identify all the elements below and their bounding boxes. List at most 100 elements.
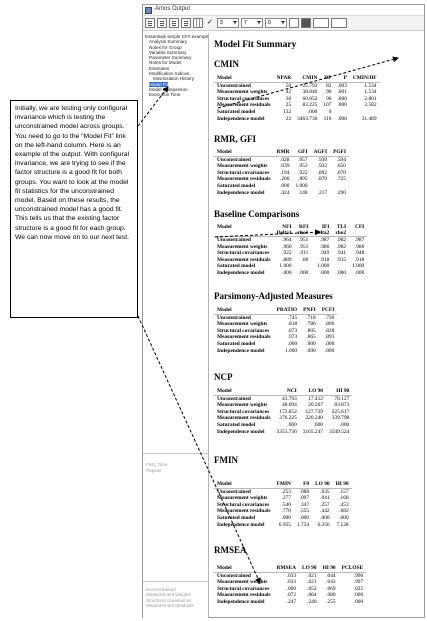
annotation-callout: Initially, we are testing only configura… [10, 100, 138, 318]
column-spinner[interactable]: 7 [241, 18, 263, 28]
table-row: Measurement residuals 276.225 220.240 339.7… [214, 415, 352, 422]
table-cell: .951 [298, 243, 309, 250]
table-row: Unconstrained .745 .718 .736 [214, 314, 337, 321]
table-cell: .000 [298, 269, 309, 276]
rmr-heading: RMR, GFI [214, 134, 256, 144]
table-cell: .052 [307, 585, 317, 592]
table-cell: .157 [339, 488, 349, 495]
group-item[interactable]: First_Time [146, 462, 168, 468]
table-cell: .987 [354, 237, 365, 243]
table-cell: .000 [337, 95, 347, 102]
new-document-icon[interactable] [145, 18, 155, 28]
table-row: Unconstrained .028 .957 .930 .594 [214, 156, 349, 163]
column-header: Model [214, 307, 274, 315]
copy-icon[interactable] [181, 18, 191, 28]
table-header-row: Model RMR GFI AGFI PGFI [214, 149, 349, 157]
table-cell: 110 [323, 115, 332, 122]
table-cell: .168 [339, 495, 349, 502]
column-header: PCLOSE [338, 565, 367, 573]
table-cell: 1.534 [364, 89, 377, 96]
table-cell: Independence model [217, 347, 265, 354]
table-cell: 42 [285, 89, 292, 96]
table-cell: .000 [281, 514, 291, 521]
options-icon[interactable] [301, 18, 311, 28]
table-cell: Measurement weights [217, 321, 268, 328]
table-cell: .255 [326, 598, 336, 605]
table-cell: .948 [354, 250, 365, 257]
table-cell: .941 [336, 250, 347, 257]
print-icon[interactable] [157, 18, 167, 28]
table-cell: Saturated model [217, 514, 256, 521]
table-row: Unconstrained 43.793 17.412 78.127 [214, 395, 352, 402]
model-item[interactable]: Measurement weights [146, 592, 194, 597]
table-cell: .060 [286, 585, 297, 592]
table-cell: .240 [307, 598, 317, 605]
table-cell: 225.617 [331, 408, 350, 415]
table-cell: .982 [336, 243, 347, 250]
table-cell: Unconstrained [217, 572, 251, 579]
table-cell: .000 [337, 102, 347, 109]
column-header: F0 [293, 481, 313, 489]
table-cell: 83.873 [334, 402, 350, 409]
amos-output-window: Amos Output ✓ 3 7 0 Essentials simple CF… [142, 4, 425, 618]
table-cell: Measurement residuals [217, 592, 271, 599]
table-cell: 339.798 [331, 415, 350, 422]
table-cell: Measurement residuals [217, 102, 271, 109]
table-row: Independence model .424 .148 .217 .290 [214, 190, 349, 197]
table-cell: Measurement weights [217, 579, 268, 586]
table-cell: 3165.247 [302, 428, 323, 435]
column-header: Delta2 [311, 230, 333, 237]
pane-divider [143, 453, 209, 454]
table-cell: .000 [306, 347, 316, 354]
table-cell: Measurement weights [217, 402, 268, 409]
table-cell: .000 [336, 269, 347, 276]
table-cell [330, 183, 349, 190]
table-row: Structural covariances .873 .805 .828 [214, 328, 337, 335]
table-cell: .000 [307, 108, 318, 115]
table-cell: .347 [299, 501, 310, 508]
decimals-spinner[interactable]: 3 [217, 18, 239, 28]
checkmark-icon[interactable]: ✓ [205, 18, 215, 28]
table-cell: 1.000 [352, 263, 365, 270]
fmin-heading: FMIN [214, 455, 238, 465]
table-cell: .277 [281, 495, 291, 502]
table-cell: 1.000 [317, 263, 330, 270]
model-item[interactable]: Measurement residuals [146, 603, 194, 608]
table-cell: .097 [299, 495, 310, 502]
table-cell: .000 [337, 115, 347, 122]
window-icon[interactable] [331, 18, 347, 28]
table-cell: .044 [326, 572, 336, 579]
column-header: NPAR [273, 75, 295, 83]
table-cell: Saturated model [217, 108, 256, 115]
column-header: FMIN [273, 481, 294, 489]
table-cell: .039 [280, 163, 290, 170]
table-cell: Measurement weights [217, 495, 268, 502]
table-cell: 1.000 [285, 347, 298, 354]
table-cell: .953 [298, 163, 308, 170]
table-header-row: Model PRATIO PNFI PCFI [214, 307, 338, 315]
table-row: Unconstrained .033 .021 .044 .996 [214, 572, 366, 579]
layout-icon[interactable] [313, 18, 329, 28]
table-cell: .200 [280, 176, 290, 183]
table-cell: .088 [299, 488, 310, 495]
table-cell: .000 [287, 340, 298, 347]
table-cell: Unconstrained [217, 156, 251, 163]
table-spinner[interactable]: 0 [265, 18, 287, 28]
table-cell: .000 [354, 269, 365, 276]
table-view-icon[interactable] [289, 18, 299, 28]
baseline-heading: Baseline Comparisons [214, 209, 300, 219]
table-row: Measurement weights 48.094 20.267 83.873 [214, 402, 352, 409]
table-cell: .453 [339, 501, 349, 508]
table-cell: Unconstrained [217, 237, 251, 243]
page-setup-icon[interactable] [169, 18, 179, 28]
view-text-icon[interactable] [193, 18, 203, 28]
table-cell: .001 [337, 89, 347, 96]
table-cell: .973 [287, 334, 298, 341]
tree-item[interactable]: Execution Time [145, 92, 208, 97]
table-cell: .072 [286, 592, 297, 599]
table-cell: .043 [326, 579, 336, 586]
table-cell: Saturated model [217, 182, 256, 189]
group-item[interactable]: Repeat [146, 468, 168, 474]
table-cell: .911 [299, 250, 309, 257]
navigation-pane: Essentials simple CFA example Analysis Su… [143, 33, 209, 618]
